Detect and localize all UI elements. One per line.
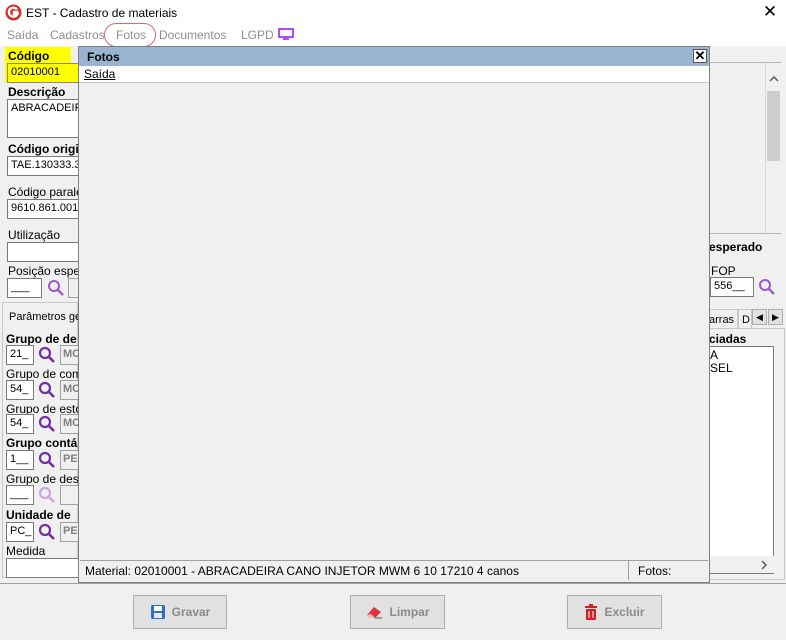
posicao-label: Posição espec: [8, 264, 87, 278]
codigo-original-label: Código origin: [8, 142, 86, 156]
photo-viewer-area: [79, 83, 709, 560]
menu-lgpd[interactable]: LGPD: [241, 28, 274, 42]
fotos-highlight-ring: [104, 23, 156, 47]
codigo-input[interactable]: 02010001: [7, 63, 79, 83]
tab-d-label: D: [742, 314, 750, 326]
associadas-list[interactable]: A SEL: [708, 346, 774, 574]
grupo-desp-label: Grupo de desp: [6, 472, 86, 486]
vertical-scrollbar[interactable]: [765, 63, 781, 233]
trash-icon: [585, 604, 598, 620]
search-icon[interactable]: [38, 346, 56, 364]
fotos-menu-saida[interactable]: Saída: [84, 67, 115, 81]
medida-input[interactable]: [6, 558, 80, 578]
scroll-right-icon[interactable]: [760, 560, 768, 570]
status-material-text: Material: 02010001 - ABRACADEIRA CANO IN…: [85, 564, 519, 578]
excluir-button[interactable]: Excluir: [567, 595, 662, 629]
menu-documentos[interactable]: Documentos: [159, 28, 226, 42]
parametros-tab[interactable]: Parâmetros ge: [2, 302, 82, 328]
search-icon[interactable]: [38, 451, 56, 469]
grupo-comp-code[interactable]: 54_: [6, 380, 34, 400]
window-title: EST - Cadastro de materiais: [26, 6, 178, 20]
fotos-dialog: Fotos ✕ Saída Material: 02010001 - ABRAC…: [78, 46, 710, 583]
search-icon[interactable]: [38, 486, 56, 504]
fotos-dialog-title: Fotos: [87, 50, 120, 64]
grupo-comp-label: Grupo de comp: [6, 367, 89, 381]
grupo-contab-label: Grupo contá: [6, 436, 78, 450]
app-logo-icon: [5, 4, 22, 21]
grupo-desp-code[interactable]: ___: [6, 485, 34, 505]
fotos-menu-bar: Saída: [79, 66, 709, 83]
codigo-paralelo-label: Código paralel: [8, 185, 86, 199]
grupo-comp-desc: MC: [60, 380, 80, 400]
tab-d[interactable]: D: [738, 309, 752, 328]
tab-scroll-right-icon[interactable]: ▶: [768, 309, 783, 325]
scroll-up-icon[interactable]: [769, 75, 779, 83]
status-material-cell: Material: 02010001 - ABRACADEIRA CANO IN…: [80, 561, 629, 580]
fop-input[interactable]: 556__: [710, 277, 754, 297]
window-close-button[interactable]: ✕: [760, 2, 780, 22]
grupo-contab-desc: PE: [60, 450, 80, 470]
tab-arras-label: arras: [709, 314, 735, 326]
posicao-input[interactable]: ___: [7, 278, 42, 298]
grupo-de-label: Grupo de de: [6, 332, 77, 346]
medida-label: Medida: [6, 544, 46, 558]
action-bar: Gravar Limpar Excluir: [0, 583, 786, 640]
menu-saida[interactable]: Saída: [7, 28, 38, 42]
horizontal-scrollbar[interactable]: [708, 556, 774, 573]
parametros-tab-label: Parâmetros ge: [9, 311, 82, 323]
fotos-dialog-header: Fotos ✕: [79, 47, 709, 66]
utilizacao-label: Utilização: [8, 228, 61, 242]
status-fotos-text: Fotos:: [638, 564, 672, 578]
fop-label: FOP: [711, 264, 736, 278]
descricao-label: Descrição: [8, 85, 66, 99]
search-icon[interactable]: [38, 415, 56, 433]
unidade-code[interactable]: PC_: [6, 522, 34, 542]
menu-cadastros[interactable]: Cadastros: [50, 28, 105, 42]
search-icon[interactable]: [47, 279, 65, 297]
search-icon[interactable]: [38, 381, 56, 399]
scroll-thumb[interactable]: [767, 91, 780, 161]
list-item[interactable]: SEL: [710, 361, 733, 375]
gravar-label: Gravar: [171, 605, 211, 619]
grupo-de-desc: MC: [60, 345, 80, 365]
list-item[interactable]: A: [710, 348, 718, 362]
fotos-menu-saida-label: Saída: [84, 67, 116, 81]
gravar-button[interactable]: Gravar: [133, 595, 227, 629]
utilizacao-input[interactable]: [7, 242, 79, 262]
grupo-estoq-desc: MC: [60, 414, 80, 434]
eraser-icon: [367, 607, 383, 619]
grupo-contab-code[interactable]: 1__: [6, 450, 34, 470]
save-icon: [150, 605, 165, 619]
codigo-label: Código: [8, 49, 50, 63]
monitor-icon[interactable]: [278, 28, 294, 40]
limpar-button[interactable]: Limpar: [350, 595, 445, 629]
tab-arras[interactable]: arras: [708, 309, 738, 328]
descricao-input[interactable]: ABRACADEIR: [7, 99, 79, 138]
unidade-desc: PE: [60, 522, 80, 542]
codigo-paralelo-input[interactable]: 9610.861.001: [7, 199, 79, 219]
search-icon[interactable]: [38, 523, 56, 541]
tab-scroll-left-icon[interactable]: ◀: [752, 309, 767, 325]
search-icon[interactable]: [758, 278, 776, 296]
right-scroll-panel: [708, 62, 781, 234]
esperado-label: esperado: [709, 240, 763, 254]
grupo-desp-desc: [60, 485, 80, 505]
limpar-label: Limpar: [389, 605, 430, 619]
excluir-label: Excluir: [604, 605, 645, 619]
associadas-label: ciadas: [709, 332, 747, 346]
grupo-de-code[interactable]: 21_: [6, 345, 34, 365]
grupo-estoq-code[interactable]: 54_: [6, 414, 34, 434]
fotos-close-button[interactable]: ✕: [693, 49, 707, 63]
codigo-original-input[interactable]: TAE.130333.3: [7, 156, 79, 176]
unidade-label: Unidade de: [6, 508, 71, 522]
fotos-status-bar: Material: 02010001 - ABRACADEIRA CANO IN…: [80, 560, 708, 581]
